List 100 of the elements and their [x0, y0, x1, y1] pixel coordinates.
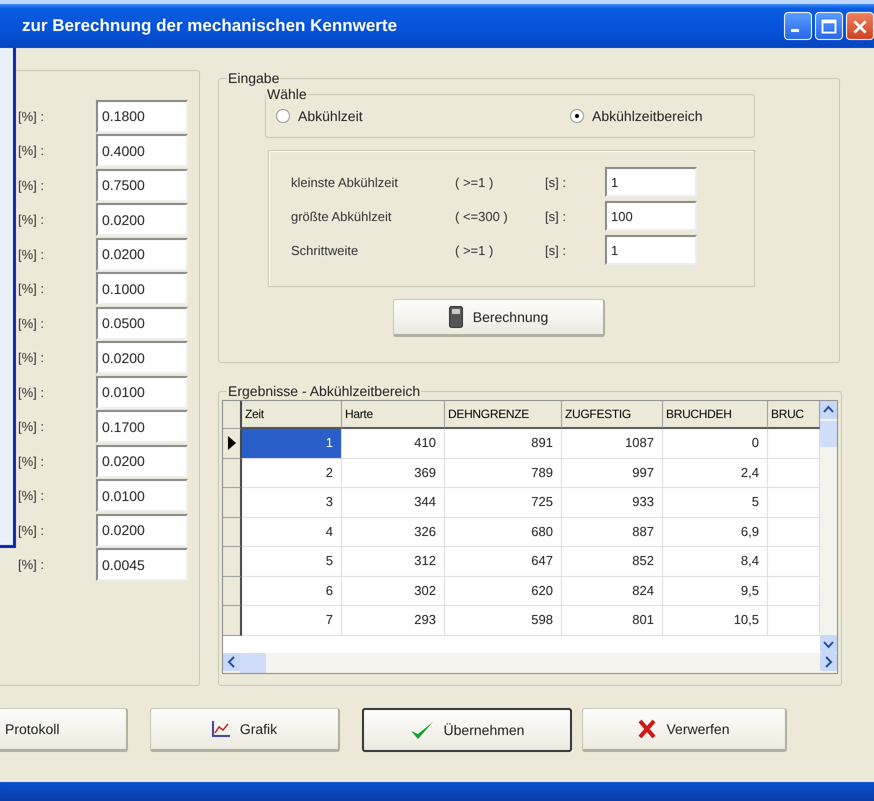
input-field[interactable]: 0.1800: [96, 100, 188, 133]
column-header[interactable]: Harte: [342, 401, 445, 429]
input-field[interactable]: 0.1700: [96, 410, 188, 444]
input-field[interactable]: 0.0200: [96, 514, 188, 547]
dialog-button[interactable]: Protokoll: [0, 708, 128, 752]
input-field[interactable]: 1: [605, 235, 697, 265]
input-field[interactable]: 0.1000: [96, 272, 188, 306]
cross-icon: [638, 719, 656, 739]
unit-label: [s] :: [545, 242, 567, 258]
maximize-button[interactable]: [815, 12, 843, 40]
table-cell[interactable]: 293: [342, 606, 445, 636]
limit-label: ( >=1 ): [455, 242, 494, 258]
table-cell[interactable]: 344: [342, 488, 445, 518]
unit-label: [%] :: [18, 454, 46, 469]
unit-label: [%] :: [18, 384, 46, 400]
parameter-label: größte Abkühlzeit: [291, 208, 392, 224]
row-indicator[interactable]: [223, 518, 242, 547]
table-cell[interactable]: 2: [242, 458, 342, 488]
vertical-scrollbar[interactable]: [820, 401, 837, 653]
input-field[interactable]: 0.7500: [96, 168, 188, 202]
table-cell[interactable]: 7: [242, 606, 342, 636]
minimize-button[interactable]: [784, 12, 812, 40]
input-field[interactable]: 0.0100: [96, 376, 188, 409]
group-title: Eingabe: [227, 70, 280, 86]
unit-label: [%] :: [18, 488, 46, 504]
scroll-thumb[interactable]: [820, 421, 837, 447]
table-cell[interactable]: 933: [562, 488, 663, 518]
row-indicator[interactable]: [223, 547, 242, 576]
table-cell[interactable]: 6,9: [663, 518, 768, 547]
input-field[interactable]: 100: [605, 201, 697, 231]
scroll-up-icon[interactable]: [820, 401, 837, 419]
table-cell[interactable]: 598: [445, 606, 562, 636]
unit-label: [%] :: [18, 557, 46, 572]
table-cell[interactable]: 8,4: [663, 547, 768, 576]
column-header[interactable]: Zeit: [242, 401, 342, 429]
table-cell[interactable]: 1: [242, 429, 342, 458]
input-field[interactable]: 0.4000: [96, 134, 188, 168]
row-indicator[interactable]: [223, 458, 242, 488]
column-header[interactable]: BRUCHDEH: [663, 401, 768, 429]
table-cell[interactable]: 5: [242, 547, 342, 576]
scroll-down-icon[interactable]: [820, 635, 837, 653]
window-title: zur Berechnung der mechanischen Kennwerte: [22, 16, 398, 36]
calculate-button[interactable]: Berechnung: [393, 299, 605, 337]
table-cell[interactable]: 326: [342, 518, 445, 547]
table-cell[interactable]: 789: [445, 458, 562, 488]
dialog-button[interactable]: Grafik: [150, 708, 340, 752]
unit-label: [%] :: [18, 350, 46, 366]
input-field[interactable]: 0.0200: [96, 444, 188, 478]
unit-label: [s] :: [545, 208, 567, 224]
table-cell[interactable]: 891: [445, 429, 562, 458]
row-indicator[interactable]: [223, 488, 242, 518]
table-cell[interactable]: 647: [445, 547, 562, 576]
table-cell[interactable]: 620: [445, 576, 562, 606]
input-field[interactable]: 0.0045: [96, 548, 188, 582]
unit-label: [%] :: [18, 178, 46, 193]
table-cell[interactable]: 10,5: [663, 606, 768, 636]
table-cell[interactable]: 4: [242, 518, 342, 547]
input-field[interactable]: 0.0200: [96, 238, 188, 271]
chart-icon: [212, 721, 230, 737]
table-cell[interactable]: 0: [663, 429, 768, 458]
table-cell[interactable]: 852: [562, 547, 663, 576]
table-cell[interactable]: 9,5: [663, 576, 768, 606]
scroll-thumb[interactable]: [240, 653, 266, 673]
close-button[interactable]: [846, 12, 874, 40]
table-cell[interactable]: 725: [445, 488, 562, 518]
table-cell[interactable]: 2,4: [663, 458, 768, 488]
row-indicator[interactable]: [223, 429, 242, 458]
radio-option[interactable]: Abkühlzeitbereich: [570, 108, 703, 124]
column-header[interactable]: DEHNGRENZE: [445, 401, 562, 429]
table-cell[interactable]: 680: [445, 518, 562, 547]
input-field[interactable]: 1: [605, 167, 697, 197]
dialog-button[interactable]: Verwerfen: [582, 708, 787, 752]
row-indicator[interactable]: [223, 606, 242, 636]
input-field[interactable]: 0.0200: [96, 203, 188, 236]
unit-label: [%] :: [18, 316, 46, 331]
table-cell[interactable]: 1087: [562, 429, 663, 458]
input-field[interactable]: 0.0500: [96, 306, 188, 340]
unit-label: [%] :: [18, 522, 46, 538]
dialog-button[interactable]: Übernehmen: [362, 708, 572, 752]
table-cell[interactable]: 887: [562, 518, 663, 547]
column-header[interactable]: ZUGFESTIG: [562, 401, 663, 429]
table-cell[interactable]: 410: [342, 429, 445, 458]
table-cell[interactable]: 6: [242, 576, 342, 606]
table-cell[interactable]: 5: [663, 488, 768, 518]
column-header[interactable]: BRUC: [768, 401, 820, 429]
input-field[interactable]: 0.0200: [96, 341, 188, 374]
input-field[interactable]: 0.0100: [96, 479, 188, 512]
scroll-left-icon[interactable]: [223, 653, 240, 671]
table-cell[interactable]: 824: [562, 576, 663, 606]
table-cell[interactable]: 302: [342, 576, 445, 606]
table-cell[interactable]: 312: [342, 547, 445, 576]
table-cell[interactable]: 369: [342, 458, 445, 488]
scroll-right-icon[interactable]: [820, 653, 837, 671]
table-cell[interactable]: 801: [562, 606, 663, 636]
row-indicator[interactable]: [223, 576, 242, 606]
table-cell[interactable]: 997: [562, 458, 663, 488]
table-cell[interactable]: 3: [242, 488, 342, 518]
horizontal-scrollbar[interactable]: [223, 653, 837, 673]
radio-option[interactable]: Abkühlzeit: [276, 108, 556, 124]
parameter-label: Schrittweite: [291, 242, 360, 258]
